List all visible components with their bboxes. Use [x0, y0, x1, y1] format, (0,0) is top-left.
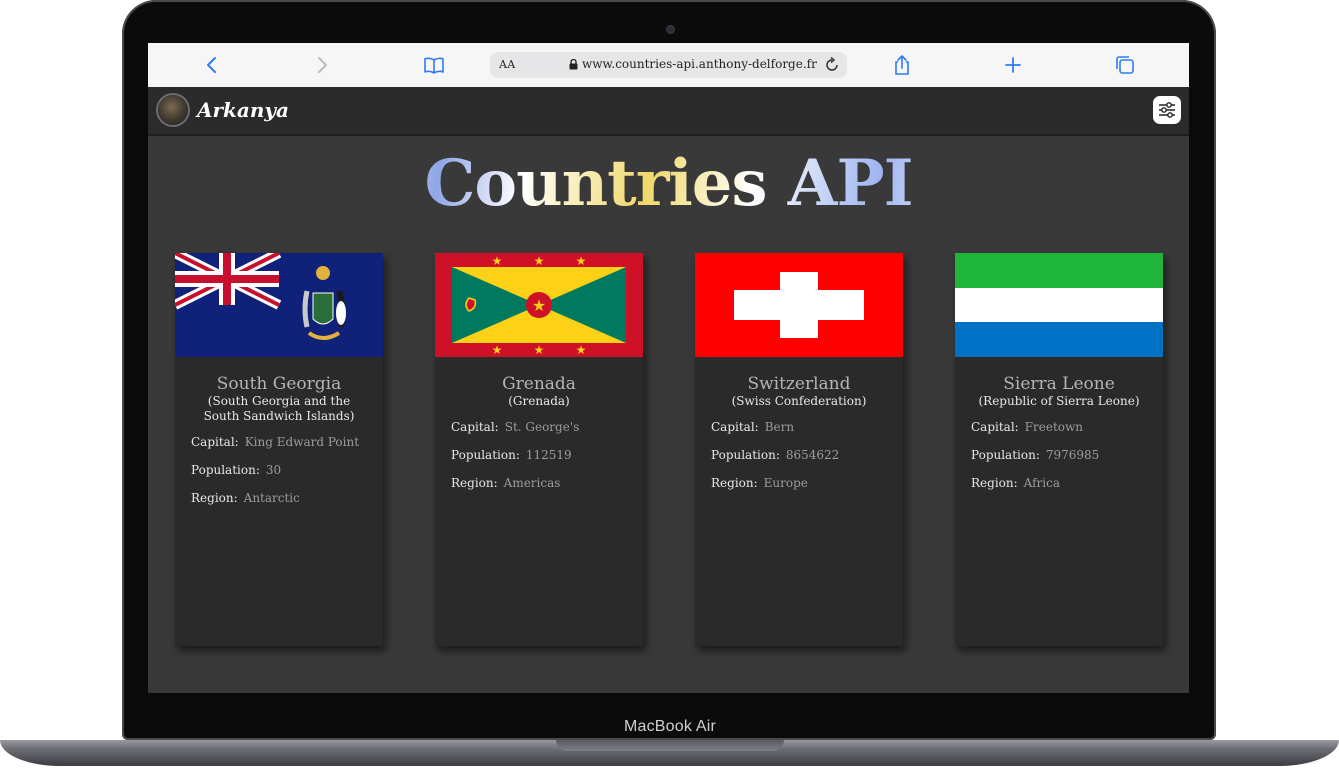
flag-sierra-leone: [955, 253, 1163, 357]
book-icon: [424, 57, 444, 74]
card-body: Sierra Leone (Republic of Sierra Leone) …: [955, 357, 1163, 503]
population-label: Population:: [711, 448, 780, 462]
brand-name[interactable]: Arkanya: [197, 98, 289, 122]
svg-text:★: ★: [534, 254, 545, 268]
screen: AA www.countries-api.anthony-delforge.fr…: [148, 43, 1189, 693]
population-row: Population: 7976985: [971, 447, 1163, 463]
capital-row: Capital: King Edward Point: [191, 434, 383, 450]
country-card[interactable]: Sierra Leone (Republic of Sierra Leone) …: [955, 253, 1163, 646]
capital-value: King Edward Point: [244, 435, 360, 449]
region-value: Europe: [763, 476, 808, 490]
country-name: South Georgia: [216, 374, 342, 394]
capital-row: Capital: Freetown: [971, 419, 1163, 435]
capital-value: Bern: [764, 420, 795, 434]
capital-row: Capital: St. George's: [451, 419, 643, 435]
svg-text:★: ★: [534, 343, 545, 357]
tabs-icon: [1116, 56, 1134, 74]
reload-icon[interactable]: [825, 57, 839, 72]
share-icon: [895, 55, 909, 75]
country-name: Grenada: [502, 374, 576, 394]
capital-value: St. George's: [504, 420, 580, 434]
lock-icon: [569, 59, 578, 70]
logo-icon[interactable]: [158, 95, 188, 125]
official-name: (Republic of Sierra Leone): [978, 394, 1140, 408]
region-label: Region:: [191, 491, 238, 505]
region-value: Antarctic: [243, 491, 300, 505]
url-text: www.countries-api.anthony-delforge.fr: [582, 57, 817, 71]
card-body: South Georgia (South Georgia and the Sou…: [175, 357, 383, 518]
device-label: MacBook Air: [623, 718, 716, 735]
svg-text:★: ★: [492, 254, 503, 268]
flag-switzerland: [695, 253, 903, 357]
country-card[interactable]: ★ ★ ★ ★ ★ ★ ★ Grenada (Grenada) Capital:…: [435, 253, 643, 646]
svg-text:★: ★: [532, 296, 546, 315]
country-card[interactable]: South Georgia (South Georgia and the Sou…: [175, 253, 383, 646]
card-body: Switzerland (Swiss Confederation) Capita…: [695, 357, 903, 503]
svg-text:★: ★: [492, 343, 503, 357]
tabs-button[interactable]: [1113, 53, 1137, 77]
population-value: 7976985: [1045, 448, 1100, 462]
flag-south-georgia: [175, 253, 383, 357]
region-value: Americas: [503, 476, 561, 490]
region-label: Region:: [971, 476, 1018, 490]
region-row: Region: Antarctic: [191, 490, 383, 506]
country-name: Switzerland: [747, 374, 851, 394]
country-card[interactable]: Switzerland (Swiss Confederation) Capita…: [695, 253, 903, 646]
population-label: Population:: [971, 448, 1040, 462]
country-list: South Georgia (South Georgia and the Sou…: [148, 253, 1189, 648]
capital-value: Freetown: [1024, 420, 1084, 434]
sliders-icon: [1159, 102, 1175, 118]
address-bar[interactable]: AA www.countries-api.anthony-delforge.fr: [490, 52, 847, 78]
card-body: Grenada (Grenada) Capital: St. George's P…: [435, 357, 643, 503]
browser-toolbar: AA www.countries-api.anthony-delforge.fr: [148, 43, 1189, 88]
official-name: (Swiss Confederation): [731, 394, 867, 408]
region-label: Region:: [451, 476, 498, 490]
region-value: Africa: [1023, 476, 1061, 490]
official-name: (South Georgia and the South Sandwich Is…: [203, 394, 355, 423]
svg-text:★: ★: [576, 343, 587, 357]
forward-button[interactable]: [310, 53, 334, 77]
bookmarks-button[interactable]: [422, 53, 446, 77]
page-title: Countries API: [148, 146, 1189, 221]
population-row: Population: 8654622: [711, 447, 903, 463]
region-row: Region: Europe: [711, 475, 903, 491]
capital-row: Capital: Bern: [711, 419, 903, 435]
chevron-left-icon: [207, 57, 216, 73]
webcam: [666, 25, 675, 34]
share-button[interactable]: [890, 53, 914, 77]
new-tab-button[interactable]: [1001, 53, 1025, 77]
population-label: Population:: [451, 448, 520, 462]
population-row: Population: 112519: [451, 447, 643, 463]
population-value: 112519: [525, 448, 572, 462]
chevron-right-icon: [318, 57, 327, 73]
plus-icon: [1005, 57, 1021, 73]
official-name: (Grenada): [508, 394, 570, 408]
population-value: 30: [265, 463, 282, 477]
capital-label: Capital:: [451, 420, 499, 434]
back-button[interactable]: [200, 53, 224, 77]
region-row: Region: Americas: [451, 475, 643, 491]
app-navbar: Arkanya: [148, 87, 1189, 136]
region-label: Region:: [711, 476, 758, 490]
settings-button[interactable]: [1153, 96, 1181, 124]
population-label: Population:: [191, 463, 260, 477]
capital-label: Capital:: [971, 420, 1019, 434]
population-value: 8654622: [785, 448, 840, 462]
capital-label: Capital:: [711, 420, 759, 434]
region-row: Region: Africa: [971, 475, 1163, 491]
country-name: Sierra Leone: [1003, 374, 1115, 394]
text-size-button[interactable]: AA: [499, 58, 516, 71]
capital-label: Capital:: [191, 435, 239, 449]
population-row: Population: 30: [191, 462, 383, 478]
laptop-notch: [556, 740, 784, 751]
flag-grenada: ★ ★ ★ ★ ★ ★ ★: [435, 253, 643, 357]
svg-text:★: ★: [576, 254, 587, 268]
